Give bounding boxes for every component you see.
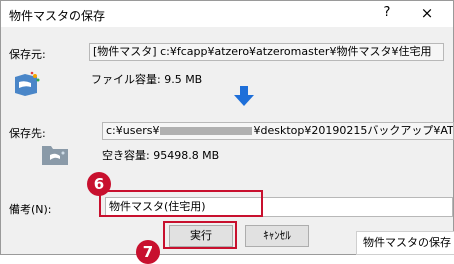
taskbar-preview[interactable]: 物件マスタの保存 (356, 231, 454, 255)
source-path-field: [物件マスタ] c:¥fcapp¥atzero¥atzeromaster¥物件マ… (89, 43, 444, 61)
close-button[interactable]: × (415, 4, 439, 24)
down-arrow-icon (233, 85, 255, 107)
redacted-username (160, 127, 253, 135)
title-bar: 物件マスタの保存 ? × (1, 1, 453, 27)
destination-label: 保存先: (9, 127, 46, 140)
source-label: 保存元: (9, 48, 46, 61)
destination-path-field: c:¥users¥ ¥desktop¥20190215バックアップ¥ATF0 (102, 122, 454, 140)
step6-badge: 6 (87, 172, 111, 196)
step7-badge: 7 (136, 240, 160, 264)
database-icon (11, 71, 41, 99)
destination-path-prefix: c:¥users¥ (106, 124, 160, 137)
window-title: 物件マスタの保存 (9, 9, 106, 23)
destination-path-suffix: ¥desktop¥20190215バックアップ¥ATF0 (253, 124, 454, 137)
note-label: 備考(N): (9, 203, 52, 216)
save-dialog: 物件マスタの保存 ? × 保存元: [物件マスタ] c:¥fcapp¥atzer… (0, 0, 454, 264)
step7-highlight (163, 221, 237, 249)
destination-free-space: 空き容量: 95498.8 MB (102, 149, 220, 162)
source-file-size: ファイル容量: 9.5 MB (91, 73, 203, 86)
folder-icon (41, 141, 69, 167)
cancel-button[interactable]: ｷｬﾝｾﾙ (245, 225, 309, 247)
help-button[interactable]: ? (377, 5, 397, 23)
step6-highlight (99, 190, 263, 217)
